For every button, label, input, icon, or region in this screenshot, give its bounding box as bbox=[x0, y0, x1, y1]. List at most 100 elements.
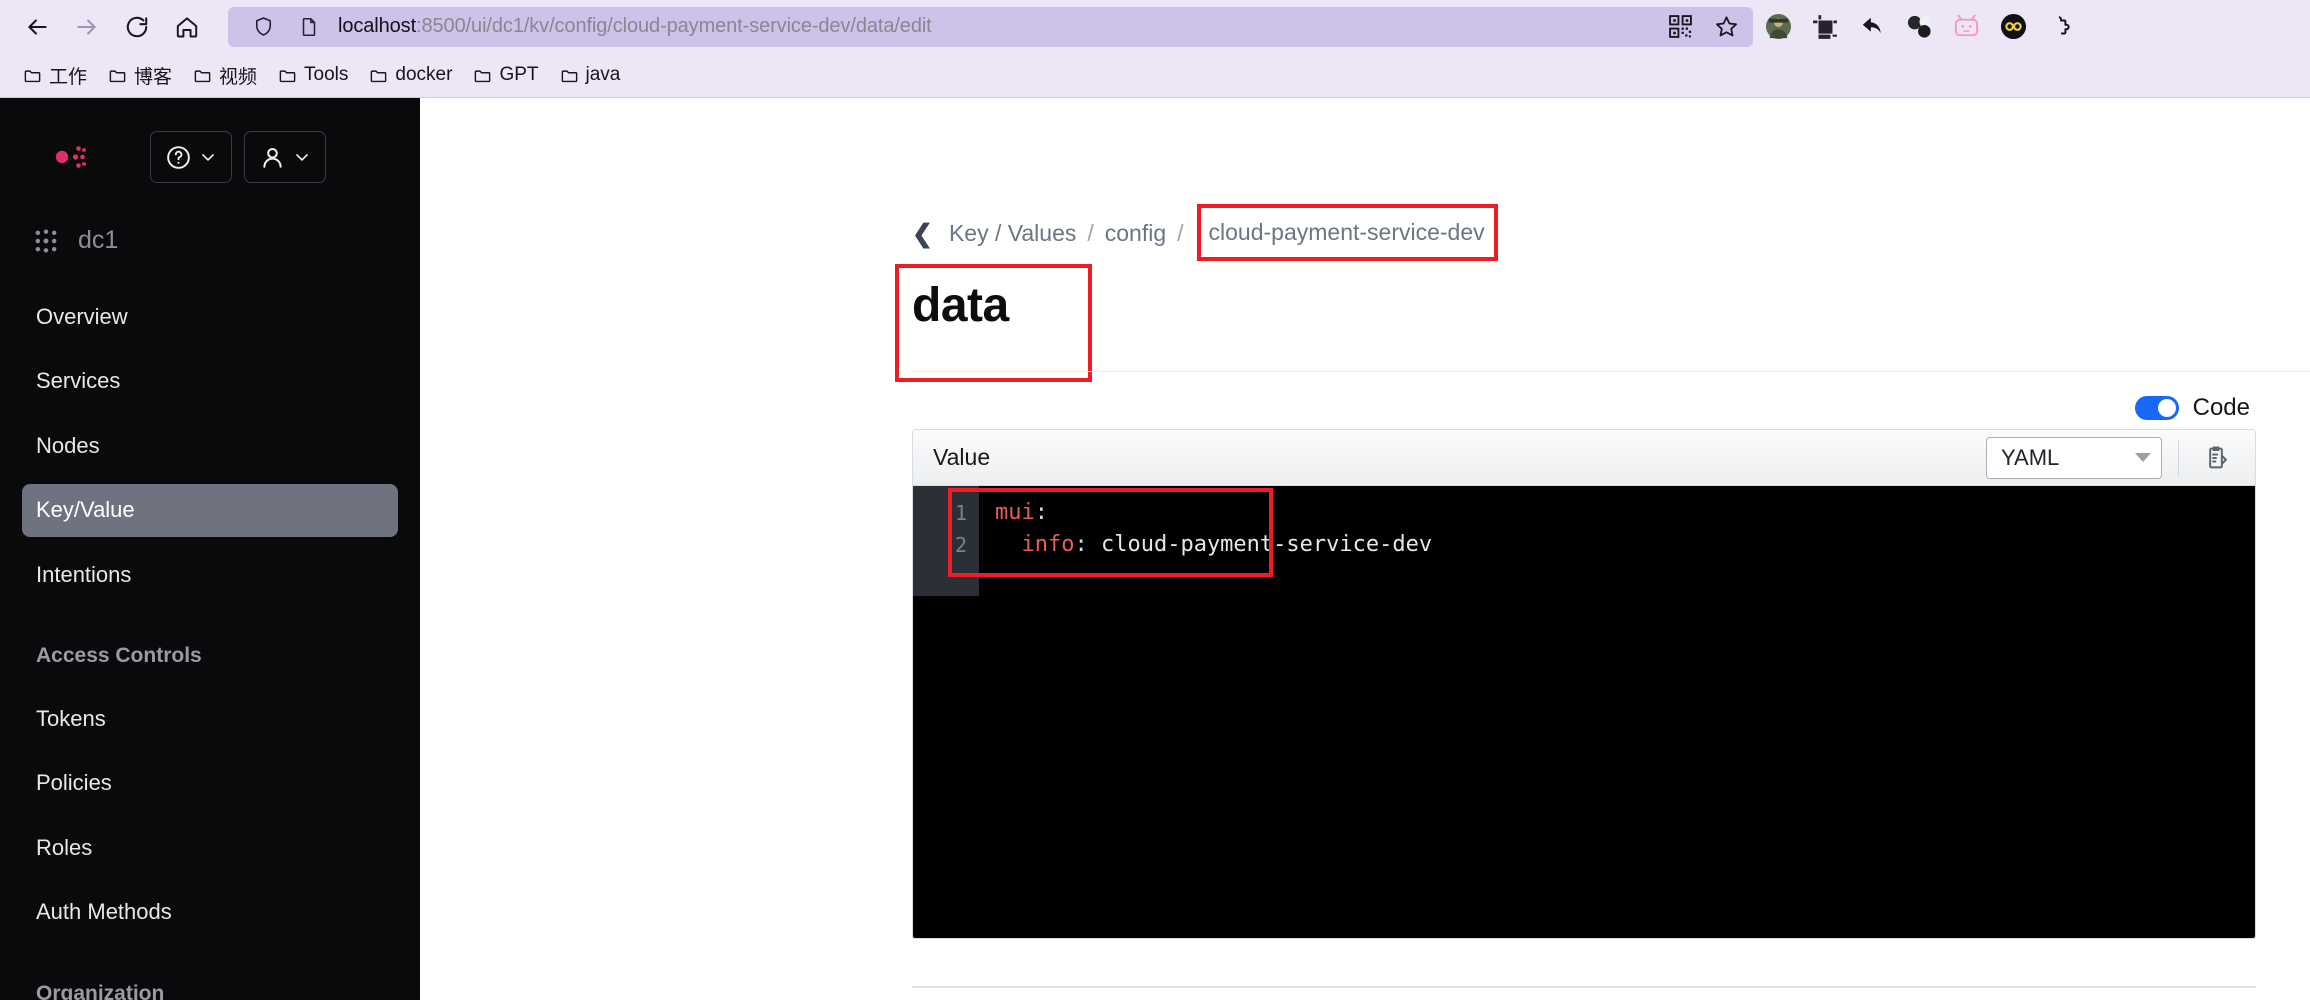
puzzle-extensions-icon[interactable] bbox=[2045, 12, 2075, 42]
bookmark-item[interactable]: java bbox=[551, 59, 630, 91]
tv-extension-icon[interactable] bbox=[1951, 12, 1981, 42]
breadcrumb-config[interactable]: config bbox=[1105, 220, 1166, 247]
sidebar-item-overview[interactable]: Overview bbox=[22, 291, 398, 343]
line-number: 1 bbox=[954, 501, 967, 525]
code-line: 1 mui: bbox=[913, 497, 1432, 529]
sidebar: dc1 Overview Services Nodes Key/Value In… bbox=[0, 98, 420, 1000]
breadcrumb-current[interactable]: cloud-payment-service-dev bbox=[1209, 219, 1485, 245]
bookmark-item[interactable]: GPT bbox=[464, 59, 547, 91]
breadcrumb-separator: / bbox=[1177, 220, 1184, 246]
sidebar-item-intentions[interactable]: Intentions bbox=[22, 549, 398, 601]
sidebar-nav: Overview Services Nodes Key/Value Intent… bbox=[0, 291, 420, 1000]
home-button[interactable] bbox=[164, 6, 210, 48]
shield-icon[interactable] bbox=[246, 10, 280, 44]
browser-toolbar: localhost:8500/ui/dc1/kv/config/cloud-pa… bbox=[0, 0, 2310, 53]
spheres-extension-icon[interactable] bbox=[1904, 12, 1934, 42]
bookmark-item[interactable]: Tools bbox=[269, 59, 357, 91]
toggle-knob bbox=[2157, 399, 2176, 417]
datacenter-row[interactable]: dc1 bbox=[0, 188, 420, 255]
value-editor-panel: Value YAML 1 mui: 2 info: cloud-payment-… bbox=[912, 429, 2256, 939]
yaml-value: cloud-payment-service-dev bbox=[1087, 532, 1433, 557]
sidebar-item-label: Overview bbox=[36, 304, 128, 329]
user-icon bbox=[262, 147, 282, 168]
code-lines: 1 mui: 2 info: cloud-payment-service-dev bbox=[913, 486, 1432, 561]
bookmark-item[interactable]: 视频 bbox=[184, 57, 266, 94]
sidebar-item-label: Policies bbox=[36, 770, 112, 796]
sidebar-item-roles[interactable]: Roles bbox=[22, 822, 398, 874]
bookmark-item[interactable]: 工作 bbox=[14, 57, 96, 94]
sidebar-item-nodes[interactable]: Nodes bbox=[22, 420, 398, 472]
bookmark-label: 工作 bbox=[49, 66, 88, 88]
breadcrumb-separator: / bbox=[1087, 220, 1094, 246]
reload-button[interactable] bbox=[114, 6, 160, 48]
user-menu-button[interactable] bbox=[244, 131, 326, 183]
consul-logo[interactable] bbox=[30, 126, 92, 188]
yaml-key: info bbox=[1021, 532, 1075, 557]
question-circle-icon bbox=[166, 145, 190, 169]
sidebar-item-tokens[interactable]: Tokens bbox=[22, 693, 398, 745]
sidebar-item-auth-methods[interactable]: Auth Methods bbox=[22, 886, 398, 938]
yaml-colon: : bbox=[1074, 532, 1088, 557]
copy-to-clipboard-icon[interactable] bbox=[2195, 437, 2237, 479]
sidebar-item-label: Services bbox=[36, 368, 121, 394]
code-toggle-switch[interactable] bbox=[2134, 396, 2179, 420]
star-bookmark-icon[interactable] bbox=[1709, 10, 1743, 44]
folder-icon bbox=[475, 69, 491, 82]
language-select[interactable]: YAML bbox=[1986, 436, 2162, 479]
folder-icon bbox=[24, 69, 41, 82]
code-line-text: info: cloud-payment-service-dev bbox=[979, 529, 1433, 561]
sidebar-item-policies[interactable]: Policies bbox=[22, 757, 398, 809]
bookmark-item[interactable]: docker bbox=[360, 59, 461, 91]
extension-icons bbox=[1753, 12, 2077, 42]
sidebar-header-buttons bbox=[150, 131, 326, 183]
address-bar[interactable]: localhost:8500/ui/dc1/kv/config/cloud-pa… bbox=[228, 6, 1753, 47]
caret-down-icon bbox=[2135, 453, 2151, 462]
forward-button[interactable] bbox=[64, 6, 110, 48]
chevron-left-icon[interactable]: ❮ bbox=[912, 219, 933, 249]
sidebar-item-services[interactable]: Services bbox=[22, 355, 398, 407]
breadcrumb: ❮ Key / Values / config / cloud-payment-… bbox=[912, 204, 1498, 261]
url-text: localhost:8500/ui/dc1/kv/config/cloud-pa… bbox=[338, 15, 1651, 38]
breadcrumb-key-values[interactable]: Key / Values bbox=[949, 220, 1076, 247]
avatar-extension-icon[interactable] bbox=[1763, 12, 1793, 42]
help-menu-button[interactable] bbox=[150, 131, 232, 183]
bookmark-label: docker bbox=[395, 64, 453, 85]
bookmark-label: java bbox=[585, 64, 621, 85]
folder-icon bbox=[194, 69, 211, 82]
breadcrumb-current-highlight: cloud-payment-service-dev bbox=[1196, 204, 1498, 261]
code-line: 2 info: cloud-payment-service-dev bbox=[913, 529, 1432, 561]
sidebar-group-access-controls: Access Controls bbox=[36, 643, 202, 667]
code-toggle-label: Code bbox=[2192, 394, 2250, 421]
main-content: ❮ Key / Values / config / cloud-payment-… bbox=[420, 98, 2310, 1000]
sidebar-item-label: Tokens bbox=[36, 705, 106, 731]
yaml-colon: : bbox=[1034, 500, 1048, 525]
url-host: localhost bbox=[338, 15, 417, 37]
back-button[interactable] bbox=[14, 6, 60, 48]
yaml-key: mui bbox=[995, 500, 1035, 525]
undo-extension-icon[interactable] bbox=[1857, 12, 1887, 42]
folder-icon bbox=[561, 69, 577, 82]
chevron-down-icon bbox=[201, 154, 214, 161]
code-editor[interactable]: 1 mui: 2 info: cloud-payment-service-dev bbox=[913, 486, 2255, 938]
language-select-value: YAML bbox=[2001, 444, 2060, 470]
folder-icon bbox=[371, 69, 387, 82]
crop-extension-icon[interactable] bbox=[1810, 12, 1840, 42]
sidebar-item-key-value[interactable]: Key/Value bbox=[22, 484, 398, 537]
editor-header: Value YAML bbox=[913, 430, 2255, 486]
bookmark-label: 视频 bbox=[219, 66, 258, 88]
bookmark-item[interactable]: 博客 bbox=[99, 57, 181, 94]
code-toggle-row: Code bbox=[2134, 394, 2250, 422]
page-title: data bbox=[912, 279, 1009, 332]
qr-code-icon[interactable] bbox=[1663, 10, 1697, 44]
title-divider bbox=[912, 371, 2310, 372]
page-info-icon[interactable] bbox=[292, 10, 326, 44]
infinity-extension-icon[interactable] bbox=[1998, 12, 2028, 42]
browser-chrome: localhost:8500/ui/dc1/kv/config/cloud-pa… bbox=[0, 0, 2310, 98]
